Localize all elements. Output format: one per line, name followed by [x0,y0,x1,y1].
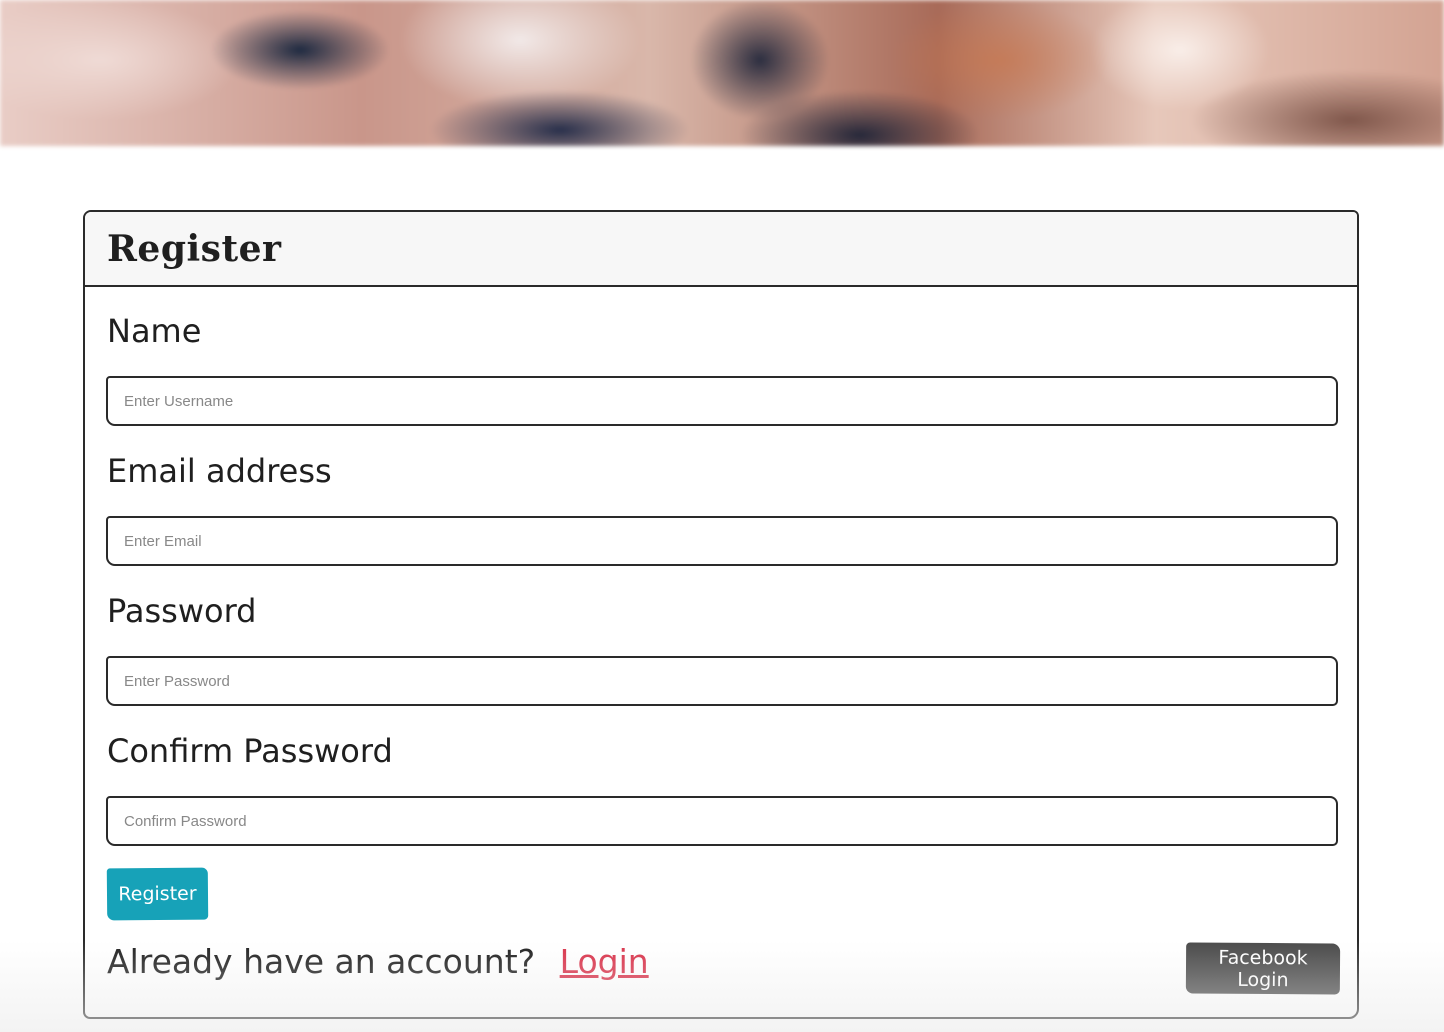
confirm-password-label: Confirm Password [107,732,393,770]
register-card: Register Name Email address Password Con… [83,210,1359,1019]
facebook-login-button[interactable]: Facebook Login [1185,942,1341,995]
card-header: Register [85,212,1357,287]
username-input[interactable] [106,376,1338,426]
login-prompt-row: Already have an account? Login [107,942,649,981]
password-label: Password [107,592,257,630]
email-label: Email address [107,452,332,490]
confirm-password-group: Confirm Password [107,733,393,769]
page-title: Register [107,227,282,270]
name-label: Name [107,312,202,350]
register-button[interactable]: Register [106,867,209,921]
email-input[interactable] [106,516,1338,566]
name-group: Name [107,313,201,349]
login-prompt-text: Already have an account? [107,942,536,981]
email-group: Email address [107,453,332,489]
hero-banner-image [0,0,1444,146]
password-input[interactable] [106,656,1338,706]
login-link[interactable]: Login [560,942,649,981]
password-group: Password [107,593,256,629]
confirm-password-input[interactable] [106,796,1338,846]
